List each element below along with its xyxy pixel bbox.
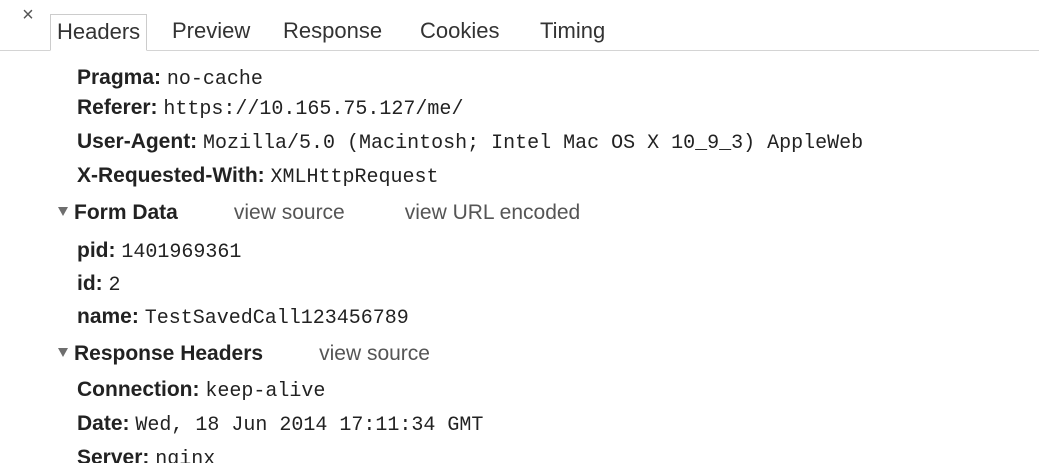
header-row-user-agent: User-Agent: Mozilla/5.0 (Macintosh; Inte… [77,127,863,157]
expand-triangle-icon[interactable] [58,348,68,358]
form-data-section-header[interactable]: Form Data view source view URL encoded [58,198,580,228]
response-header-key: Date: [77,412,130,435]
header-row-referer: Referer: https://10.165.75.127/me/ [77,93,463,123]
form-field-row: name: TestSavedCall123456789 [77,302,409,332]
close-icon[interactable]: × [17,4,39,26]
tab-preview[interactable]: Preview [172,14,250,50]
header-key: Referer: [77,96,158,119]
response-header-value: keep-alive [205,380,326,403]
form-field-value: TestSavedCall123456789 [144,307,409,330]
form-field-key: pid: [77,239,116,262]
form-field-value: 1401969361 [121,241,242,264]
header-row-x-requested-with: X-Requested-With: XMLHttpRequest [77,161,439,191]
header-row-pragma: Pragma: no-cache [77,63,263,93]
header-key: X-Requested-With: [77,164,265,187]
response-header-key: Server: [77,446,150,463]
view-source-link[interactable]: view source [319,342,430,365]
form-field-value: 2 [108,274,121,297]
form-field-row: id: 2 [77,269,121,299]
response-header-value: nginx [155,448,216,463]
response-header-value: Wed, 18 Jun 2014 17:11:34 GMT [135,414,484,437]
response-header-row: Date: Wed, 18 Jun 2014 17:11:34 GMT [77,409,483,439]
tab-headers[interactable]: Headers [50,14,148,51]
response-headers-section-header[interactable]: Response Headers view source [58,339,430,369]
tab-cookies[interactable]: Cookies [420,14,499,50]
form-field-row: pid: 1401969361 [77,236,241,266]
response-header-row: Server: nginx [77,443,215,463]
section-title: Form Data [74,201,178,224]
tab-timing[interactable]: Timing [540,14,605,50]
header-value: XMLHttpRequest [270,166,439,189]
devtools-tab-bar: × Headers Preview Response Cookies Timin… [0,0,1039,51]
section-title: Response Headers [74,342,264,365]
expand-triangle-icon[interactable] [58,207,68,217]
response-header-row: Connection: keep-alive [77,375,325,405]
header-key: Pragma: [77,66,162,89]
header-value: Mozilla/5.0 (Macintosh; Intel Mac OS X 1… [203,132,864,155]
header-value: https://10.165.75.127/me/ [163,98,464,121]
response-header-key: Connection: [77,378,200,401]
form-field-key: id: [77,272,103,295]
header-key: User-Agent: [77,130,198,153]
view-url-encoded-link[interactable]: view URL encoded [405,201,581,224]
header-value: no-cache [166,68,263,91]
form-field-key: name: [77,305,139,328]
tab-response[interactable]: Response [283,14,382,50]
view-source-link[interactable]: view source [234,201,345,224]
